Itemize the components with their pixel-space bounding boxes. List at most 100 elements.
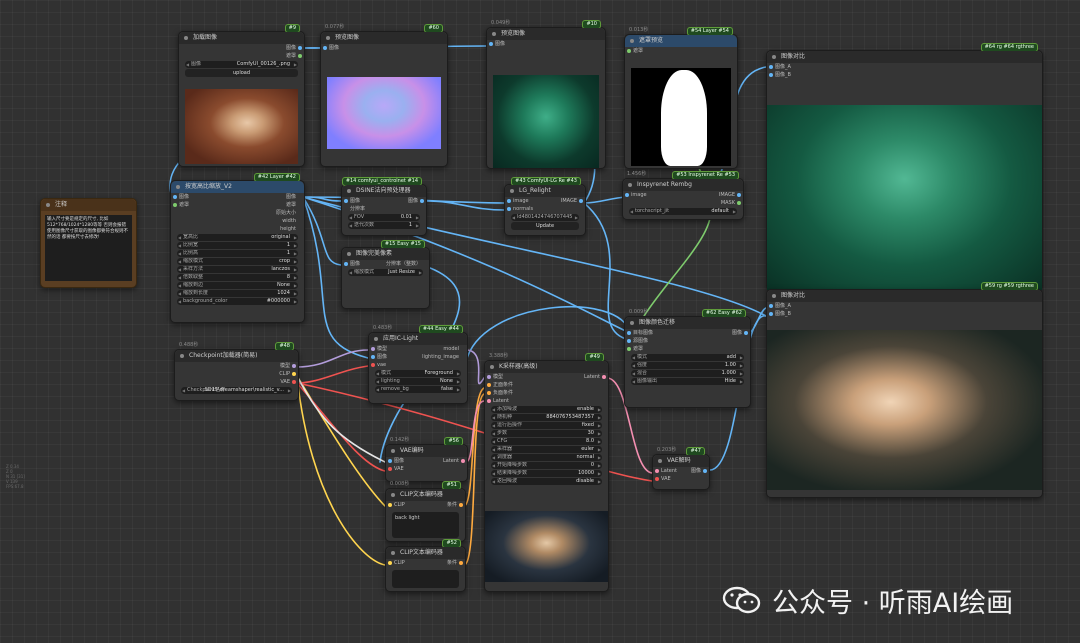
image-resize-node[interactable]: #15 Easy #15 图像完美像素 图像分辨率（整数） 缩放模式Just R… xyxy=(341,240,430,309)
node-title[interactable]: 按宽高比缩放_V2 xyxy=(171,181,304,193)
ksampler-advanced-node[interactable]: 3.388秒 #49 K采样器(高级) 模型 Latent 正面条件 负面条件 L… xyxy=(484,353,609,592)
sampler-select[interactable]: 采样器euler xyxy=(491,446,602,453)
note-text[interactable]: 输入尺寸要是规定的尺寸, 比如512*768/1024*1280等等 否则会报错… xyxy=(45,215,132,281)
lighting-select[interactable]: lightingNone xyxy=(375,378,461,385)
node-title[interactable]: Inspyrenet Rembg xyxy=(623,179,743,191)
input-source-image[interactable]: 源图像 xyxy=(625,337,750,345)
input-vae[interactable]: VAE xyxy=(386,465,467,473)
input-positive[interactable]: 正面条件 xyxy=(485,381,608,389)
mode-select[interactable]: 模式add xyxy=(631,354,744,361)
input-image-b[interactable]: 图像_B xyxy=(767,310,1042,318)
clip-text-encode-node[interactable]: #52 CLIP文本编码器 CLIP 条件 xyxy=(385,539,466,592)
output-size[interactable]: 原始大小 xyxy=(171,209,304,217)
input-model[interactable]: 模型 Latent xyxy=(485,373,608,381)
steps-field[interactable]: 步数30 xyxy=(491,430,602,437)
vae-decode-node[interactable]: 0.203秒 #47 VAE解码 Latent 图像 VAE xyxy=(652,447,710,490)
ratio-width-field[interactable]: 比例宽1 xyxy=(177,242,298,249)
input-image-b[interactable]: 图像_B xyxy=(767,71,1042,79)
input-mask[interactable]: 遮罩 xyxy=(625,47,737,55)
node-title[interactable]: CLIP文本编码器 xyxy=(386,489,465,501)
start-step-field[interactable]: 开始降噪步数0 xyxy=(491,462,602,469)
image-compare-node[interactable]: #59 rg #59 rgthree 图像对比 图像_A 图像_B xyxy=(766,282,1043,498)
output-mask[interactable]: 遮罩 xyxy=(179,52,304,60)
input-image[interactable]: 图像 Latent xyxy=(386,457,467,465)
output-mask[interactable]: MASK xyxy=(623,199,743,207)
scale-by-ratio-node[interactable]: #42 Layer #42 按宽高比缩放_V2 图像 图像 遮罩 遮罩 原始大小 w… xyxy=(170,173,305,323)
clip-text-encode-node[interactable]: 0.008秒 #51 CLIP文本编码器 CLIP 条件 back light xyxy=(385,481,466,542)
iterations-field[interactable]: 迭代次数1 xyxy=(348,222,420,229)
node-title[interactable]: 预览图像 xyxy=(321,32,447,44)
upload-button[interactable]: upload xyxy=(185,69,298,77)
node-title[interactable]: VAE解码 xyxy=(653,455,709,467)
ratio-height-field[interactable]: 比例高1 xyxy=(177,250,298,257)
node-title[interactable]: K采样器(高级) xyxy=(485,361,608,373)
inspyrenet-rembg-node[interactable]: 1.456秒 #53 Inspyrenet Re #53 Inspyrenet … xyxy=(622,171,744,220)
sampling-select[interactable]: 采样方法lanczos xyxy=(177,266,298,273)
scale-length-field[interactable]: 缩放到长度1024 xyxy=(177,290,298,297)
scale-mode-select[interactable]: 缩放模式crop xyxy=(177,258,298,265)
apply-iclight-node[interactable]: 0.483秒 #44 Easy #44 应用IC-Light 模型 model 图… xyxy=(368,325,468,404)
lg-relight-node[interactable]: #43 ComfyUI-LG Re #43 LG_Relight image IM… xyxy=(504,177,586,236)
node-title[interactable]: DSINE法向预处理器 xyxy=(342,185,426,197)
input-image[interactable]: 图像 图像 xyxy=(342,197,426,205)
node-title[interactable]: 图像完美像素 xyxy=(342,248,429,260)
preview-image-node[interactable]: 0.049秒 #10 预览图像 图像 xyxy=(486,20,606,169)
node-title[interactable]: CLIP文本编码器 xyxy=(386,547,465,559)
node-title[interactable]: 遮罩预览 xyxy=(625,35,737,47)
node-title[interactable]: 图像对比 xyxy=(767,290,1042,302)
vae-encode-node[interactable]: 0.142秒 #56 VAE编码 图像 Latent VAE xyxy=(385,437,468,482)
background-color-field[interactable]: background_color#000000 xyxy=(177,298,298,305)
add-noise-select[interactable]: 添加噪波enable xyxy=(491,406,602,413)
scheduler-select[interactable]: 调度器normal xyxy=(491,454,602,461)
load-image-node[interactable]: #9 加载图像 图像 遮罩 图像ComfyUI_00126_.png uploa… xyxy=(178,24,305,167)
aspect-ratio-select[interactable]: 宽高比original xyxy=(177,234,298,241)
image-select[interactable]: 图像ComfyUI_00126_.png xyxy=(185,61,298,68)
input-target-image[interactable]: 目标图像 图像 xyxy=(625,329,750,337)
mode-select[interactable]: 模式Foreground xyxy=(375,370,461,377)
input-image[interactable]: 图像 xyxy=(487,40,605,48)
output-image[interactable]: 图像 xyxy=(179,44,304,52)
output-clip[interactable]: CLIP xyxy=(175,370,298,378)
input-mask[interactable]: 遮罩 遮罩 xyxy=(171,201,304,209)
image-compare-node[interactable]: #64 rg #64 rgthree 图像对比 图像_A 图像_B xyxy=(766,43,1043,291)
strength-field[interactable]: 强度1.00 xyxy=(631,362,744,369)
prompt-textarea[interactable] xyxy=(392,570,459,588)
seed-field[interactable]: ld4801424746707445 xyxy=(511,214,579,221)
dsine-node[interactable]: #14 comfyui_controlnet #14 DSINE法向预处理器 图… xyxy=(341,177,427,236)
remove-bg-toggle[interactable]: remove_bgfalse xyxy=(375,386,461,393)
scale-side-select[interactable]: 缩放到边None xyxy=(177,282,298,289)
input-normals[interactable]: normals xyxy=(505,205,585,213)
output-width[interactable]: width xyxy=(171,217,304,225)
checkpoint-select[interactable]: Checkpoint名称SD15\dreamshaper\realistic_v… xyxy=(181,387,292,394)
fov-field[interactable]: FOV0.01 xyxy=(348,214,420,221)
node-title[interactable]: Checkpoint加载器(简易) xyxy=(175,350,298,362)
note-node[interactable]: 注释 输入尺寸要是规定的尺寸, 比如512*768/1024*1280等等 否则… xyxy=(40,198,137,288)
input-vae[interactable]: vae xyxy=(369,361,467,369)
node-title[interactable]: 图像颜色迁移 xyxy=(625,317,750,329)
input-latent[interactable]: Latent xyxy=(485,397,608,405)
input-image[interactable]: 图像 lighting_image xyxy=(369,353,467,361)
control-after-select[interactable]: 运行后操作fixed xyxy=(491,422,602,429)
round-multiple-field[interactable]: 倍数取整8 xyxy=(177,274,298,281)
image-output-select[interactable]: 图像输出Hide xyxy=(631,378,744,385)
seed-field[interactable]: 随机种884076753487357 xyxy=(491,414,602,421)
node-title[interactable]: 注释 xyxy=(41,199,136,211)
output-height[interactable]: height xyxy=(171,225,304,233)
mask-preview-node[interactable]: 0.013秒 #54 Layer #54 遮罩预览 遮罩 xyxy=(624,27,738,169)
output-vae[interactable]: VAE xyxy=(175,378,298,386)
blend-field[interactable]: 混合1.000 xyxy=(631,370,744,377)
output-model[interactable]: 模型 xyxy=(175,362,298,370)
return-noise-select[interactable]: 返回噪波disable xyxy=(491,478,602,485)
input-latent[interactable]: Latent 图像 xyxy=(653,467,709,475)
update-button[interactable]: Update xyxy=(511,222,579,230)
resize-mode-select[interactable]: 缩放模式Just Resize xyxy=(348,269,423,276)
input-model[interactable]: 模型 model xyxy=(369,345,467,353)
end-step-field[interactable]: 结束降噪步数10000 xyxy=(491,470,602,477)
node-title[interactable]: 预览图像 xyxy=(487,28,605,40)
input-vae[interactable]: VAE xyxy=(653,475,709,483)
input-image[interactable]: 图像 图像 xyxy=(171,193,304,201)
torchscript-select[interactable]: torchscript_jitdefault xyxy=(629,208,737,215)
input-negative[interactable]: 负面条件 xyxy=(485,389,608,397)
node-title[interactable]: 图像对比 xyxy=(767,51,1042,63)
preview-image-node[interactable]: 0.077秒 #60 预览图像 图像 xyxy=(320,24,448,167)
